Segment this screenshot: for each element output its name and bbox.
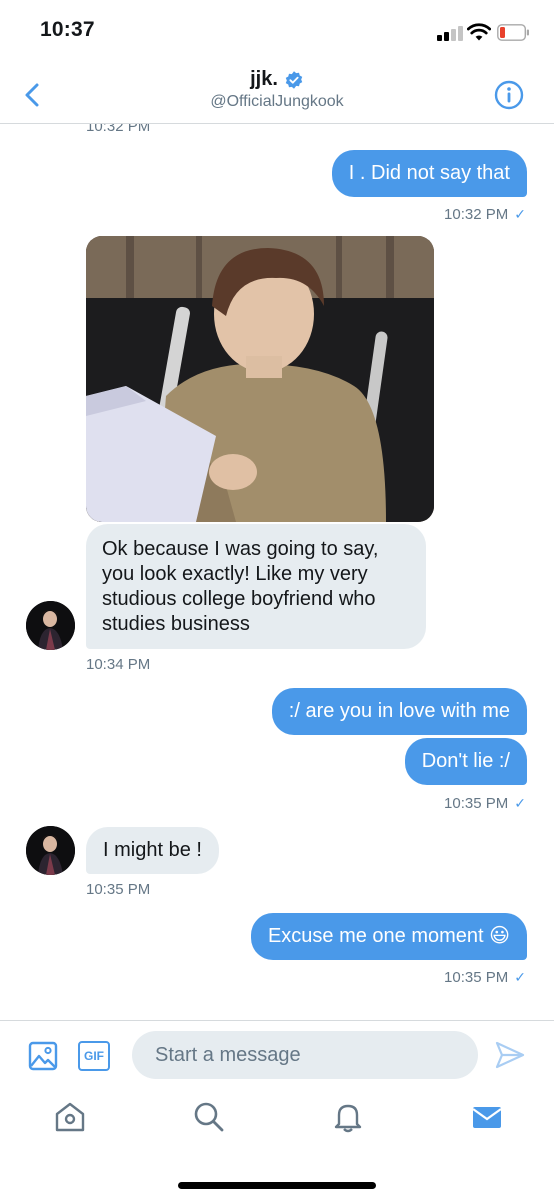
- message-bubble-outgoing[interactable]: Excuse me one moment 😃: [250, 913, 527, 960]
- contact-name-row: jjk.: [250, 68, 304, 91]
- message-photo[interactable]: [86, 236, 434, 522]
- contact-handle: @OfficialJungkook: [210, 93, 344, 110]
- status-time: 10:37: [40, 18, 95, 41]
- message-composer: GIF: [0, 1020, 554, 1090]
- message-timestamp: 10:32 PM: [86, 124, 151, 135]
- avatar-image: [26, 826, 75, 875]
- gif-label: GIF: [84, 1049, 104, 1063]
- message-timestamp: 10:34 PM: [86, 656, 151, 673]
- status-bar: 10:37: [0, 0, 554, 66]
- message-input[interactable]: [132, 1031, 478, 1079]
- read-check-icon: ✓: [514, 795, 526, 811]
- message-bubble-outgoing[interactable]: Don't lie :/: [404, 738, 527, 785]
- verified-badge-icon: [285, 70, 303, 89]
- home-icon[interactable]: [53, 1100, 87, 1134]
- search-icon[interactable]: [192, 1100, 226, 1134]
- gif-icon[interactable]: GIF: [78, 1041, 110, 1071]
- message-bubble-incoming[interactable]: Ok because I was going to say, you look …: [86, 524, 426, 649]
- timestamp-text: 10:35 PM: [444, 795, 509, 812]
- cellular-signal-icon: [437, 25, 463, 41]
- bell-icon[interactable]: [331, 1100, 365, 1134]
- contact-name: jjk.: [250, 68, 278, 90]
- message-timestamp: 10:35 PM: [86, 881, 151, 898]
- message-timestamp: 10:35 PM ✓: [444, 795, 526, 812]
- photo-image: [86, 236, 434, 522]
- timestamp-text: 10:35 PM: [444, 969, 509, 986]
- avatar[interactable]: [26, 601, 75, 650]
- message-bubble-outgoing[interactable]: I . Did not say that: [331, 150, 527, 197]
- avatar[interactable]: [26, 826, 75, 875]
- home-indicator: [178, 1182, 376, 1189]
- message-timestamp: 10:32 PM ✓: [444, 206, 526, 223]
- message-thread[interactable]: 10:32 PM I . Did not say that 10:32 PM ✓: [0, 124, 554, 1020]
- wifi-icon: [467, 23, 491, 41]
- read-check-icon: ✓: [514, 206, 526, 222]
- battery-icon: [497, 24, 529, 41]
- mail-icon[interactable]: [470, 1100, 504, 1134]
- timestamp-text: 10:32 PM: [444, 206, 509, 223]
- message-timestamp: 10:35 PM ✓: [444, 969, 526, 986]
- avatar-image: [26, 601, 75, 650]
- read-check-icon: ✓: [514, 969, 526, 985]
- conversation-title[interactable]: jjk. @OfficialJungkook: [0, 68, 554, 111]
- message-bubble-incoming[interactable]: I might be !: [86, 827, 219, 874]
- image-icon[interactable]: [28, 1041, 58, 1071]
- send-icon[interactable]: [494, 1039, 526, 1071]
- bottom-tab-bar: [0, 1090, 554, 1200]
- info-icon[interactable]: [494, 80, 524, 110]
- message-bubble-outgoing[interactable]: :/ are you in love with me: [271, 688, 527, 735]
- conversation-header: jjk. @OfficialJungkook: [0, 66, 554, 124]
